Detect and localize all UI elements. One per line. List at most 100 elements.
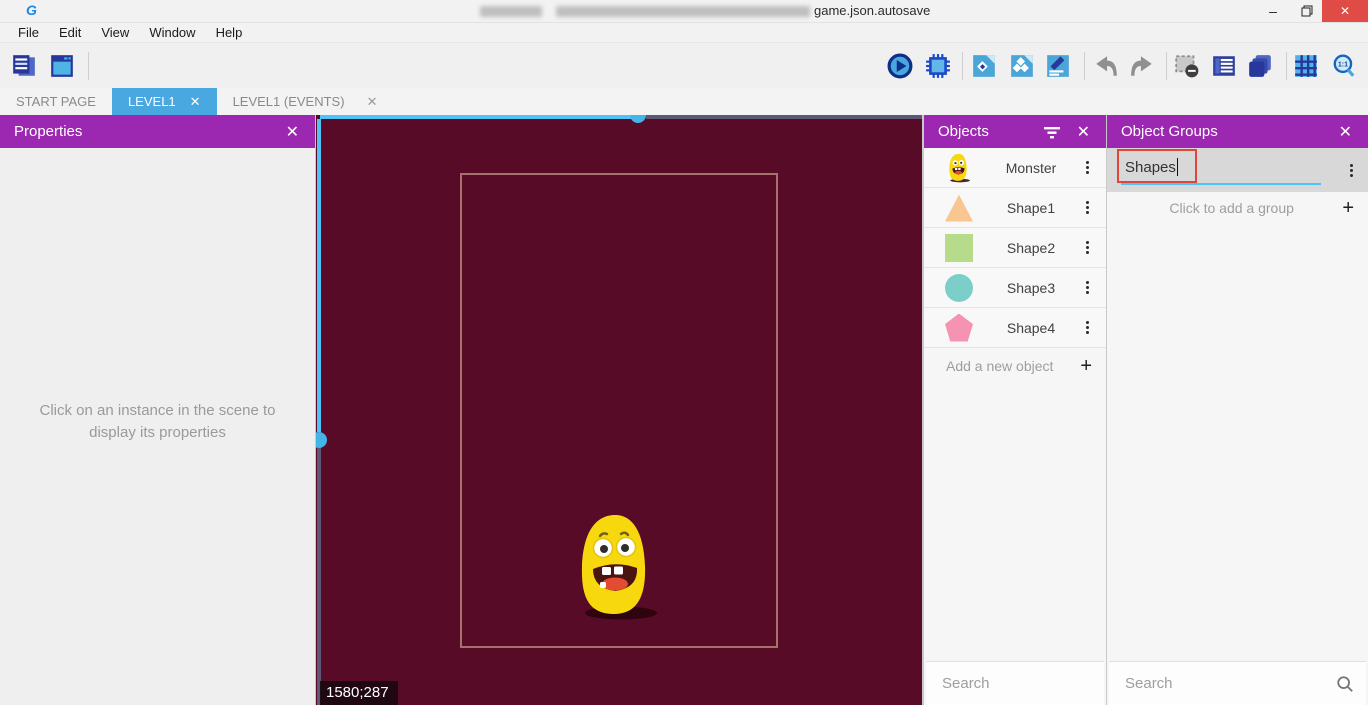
edit-scene-icon	[1045, 53, 1071, 79]
menu-window[interactable]: Window	[139, 23, 205, 42]
debug-button[interactable]	[924, 52, 952, 80]
object-name: Shape1	[982, 200, 1080, 216]
tab-close-icon[interactable]: ✕	[190, 94, 201, 110]
horizontal-scrollbar[interactable]	[646, 115, 922, 119]
object-menu-icon[interactable]	[1080, 321, 1094, 334]
menu-file[interactable]: File	[8, 23, 49, 42]
tab-level1-events[interactable]: LEVEL1 (EVENTS) ✕	[217, 88, 394, 115]
group-menu-icon[interactable]	[1344, 164, 1358, 177]
plus-icon: +	[1342, 197, 1354, 220]
close-panel-icon[interactable]: ✕	[284, 122, 301, 142]
object-row-shape3[interactable]: Shape3	[924, 268, 1106, 308]
object-groups-header: Object Groups ✕	[1107, 115, 1368, 148]
groups-search-input[interactable]	[1125, 675, 1336, 692]
tab-close-icon[interactable]: ✕	[367, 94, 378, 110]
search-icon	[1336, 675, 1354, 693]
vertical-scrollbar[interactable]	[317, 448, 321, 705]
window-title-redacted	[556, 6, 810, 17]
object-menu-icon[interactable]	[1080, 281, 1094, 294]
properties-panel: Properties ✕ Click on an instance in the…	[0, 115, 316, 705]
gdevelop-logo-icon: G	[26, 2, 37, 18]
cursor-coordinates: 1580;287	[320, 681, 398, 705]
object-row-shape2[interactable]: Shape2	[924, 228, 1106, 268]
tab-bar: START PAGE LEVEL1 ✕ LEVEL1 (EVENTS) ✕	[0, 88, 1368, 115]
object-name: Shape2	[982, 240, 1080, 256]
objects-title: Objects	[938, 123, 989, 140]
tab-label: LEVEL1	[128, 94, 176, 109]
export-object-button[interactable]	[970, 52, 998, 80]
window-title: game.json.autosave	[814, 3, 930, 18]
instances-icon	[1009, 53, 1035, 79]
debug-icon	[925, 53, 951, 79]
add-group-button[interactable]: Click to add a group +	[1107, 192, 1368, 224]
delete-selection-button[interactable]	[1173, 52, 1201, 80]
group-edit-row: Shapes	[1107, 148, 1368, 192]
layers-icon	[1247, 53, 1273, 79]
start-page-button[interactable]	[48, 52, 76, 80]
object-row-shape1[interactable]: Shape1	[924, 188, 1106, 228]
menu-bar: File Edit View Window Help	[0, 22, 1368, 43]
tab-label: LEVEL1 (EVENTS)	[233, 94, 345, 109]
annotation-highlight-box	[1117, 149, 1197, 183]
vertical-scrollbar-thumb[interactable]	[316, 432, 327, 448]
close-panel-icon[interactable]: ✕	[1075, 122, 1092, 142]
monster-thumbnail-icon	[936, 153, 982, 183]
object-groups-panel: Object Groups ✕ Shapes Click to add a gr…	[1106, 115, 1368, 705]
plus-icon: +	[1080, 355, 1092, 378]
add-object-button[interactable]: Add a new object +	[924, 348, 1106, 384]
delete-selection-icon	[1174, 53, 1200, 79]
pentagon-thumbnail-icon	[945, 314, 973, 342]
vertical-scrollbar[interactable]	[317, 119, 321, 432]
layers-list-button[interactable]	[1210, 52, 1238, 80]
groups-search	[1109, 661, 1366, 705]
minimize-icon: –	[1269, 3, 1277, 19]
close-panel-icon[interactable]: ✕	[1337, 122, 1354, 142]
grid-button[interactable]	[1292, 52, 1320, 80]
monster-instance[interactable]	[576, 512, 658, 622]
start-page-icon	[49, 53, 75, 79]
menu-edit[interactable]: Edit	[49, 23, 91, 42]
zoom-1-1-button[interactable]: 1:1	[1330, 52, 1358, 80]
properties-title: Properties	[14, 123, 82, 140]
square-thumbnail-icon	[945, 234, 973, 262]
undo-button[interactable]	[1092, 52, 1120, 80]
objects-header: Objects ✕	[924, 115, 1106, 148]
play-icon	[887, 53, 913, 79]
menu-view[interactable]: View	[91, 23, 139, 42]
tab-label: START PAGE	[16, 94, 96, 109]
restore-icon	[1301, 5, 1313, 17]
horizontal-scrollbar[interactable]	[320, 115, 638, 119]
title-bar: G game.json.autosave – ✕	[0, 0, 1368, 22]
menu-help[interactable]: Help	[206, 23, 253, 42]
filter-icon[interactable]	[1043, 124, 1061, 140]
restore-button[interactable]	[1292, 0, 1322, 22]
object-menu-icon[interactable]	[1080, 241, 1094, 254]
object-menu-icon[interactable]	[1080, 201, 1094, 214]
horizontal-scrollbar-thumb[interactable]	[630, 115, 646, 123]
object-row-monster[interactable]: Monster	[924, 148, 1106, 188]
zoom-1-1-icon: 1:1	[1331, 53, 1357, 79]
minimize-button[interactable]: –	[1258, 0, 1288, 22]
project-manager-button[interactable]	[10, 52, 38, 80]
play-button[interactable]	[886, 52, 914, 80]
close-button[interactable]: ✕	[1322, 0, 1368, 22]
circle-thumbnail-icon	[945, 274, 973, 302]
layers-list-icon	[1211, 53, 1237, 79]
redo-icon	[1129, 53, 1155, 79]
object-name: Monster	[982, 160, 1080, 176]
project-manager-icon	[11, 53, 37, 79]
window-title-redacted	[480, 6, 542, 17]
scene-canvas[interactable]: 1580;287	[316, 115, 922, 705]
tab-start-page[interactable]: START PAGE	[0, 88, 112, 115]
instances-button[interactable]	[1008, 52, 1036, 80]
tab-level1[interactable]: LEVEL1 ✕	[112, 88, 217, 115]
redo-button[interactable]	[1128, 52, 1156, 80]
object-menu-icon[interactable]	[1080, 161, 1094, 174]
object-row-shape4[interactable]: Shape4	[924, 308, 1106, 348]
objects-search	[926, 661, 1104, 705]
edit-scene-button[interactable]	[1044, 52, 1072, 80]
add-group-label: Click to add a group	[1121, 200, 1342, 216]
layers-button[interactable]	[1246, 52, 1274, 80]
add-object-label: Add a new object	[946, 358, 1080, 374]
svg-text:1:1: 1:1	[1338, 62, 1348, 69]
